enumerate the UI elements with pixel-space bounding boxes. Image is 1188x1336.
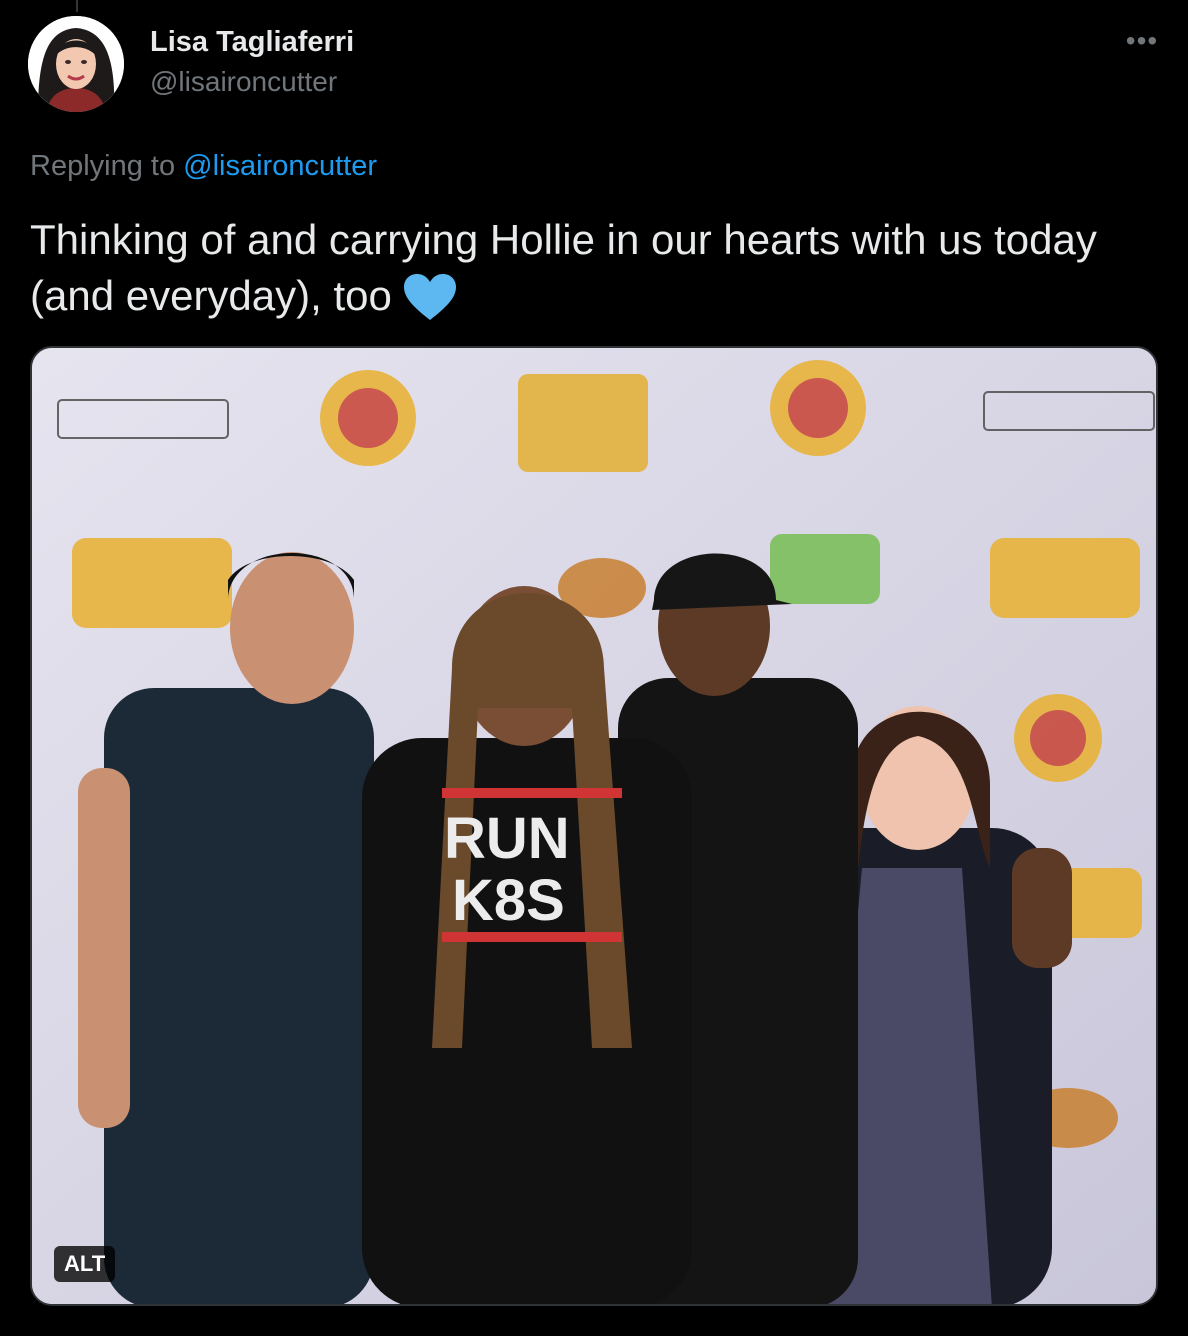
thread-connector-line: [76, 0, 78, 12]
tweet-body: Thinking of and carrying Hollie in our h…: [30, 216, 1097, 319]
more-options-icon[interactable]: •••: [1120, 24, 1164, 58]
tweet-photo[interactable]: RUN K8S: [30, 346, 1158, 1306]
replying-to-mention-link[interactable]: @lisaironcutter: [183, 150, 377, 182]
alt-text-badge[interactable]: ALT: [54, 1246, 116, 1282]
replying-to-label: Replying to: [30, 150, 176, 182]
author-name[interactable]: Lisa Tagliaferri: [150, 26, 354, 59]
author-handle[interactable]: @lisaironcutter: [150, 66, 337, 98]
replying-to: Replying to @lisaironcutter: [30, 150, 377, 183]
avatar[interactable]: [28, 16, 124, 112]
svg-text:K8S: K8S: [452, 868, 565, 933]
svg-text:RUN: RUN: [444, 806, 570, 871]
tweet-text: Thinking of and carrying Hollie in our h…: [30, 212, 1150, 324]
blue-heart-icon: [403, 274, 456, 320]
photo-illustration: RUN K8S: [32, 348, 1156, 1304]
